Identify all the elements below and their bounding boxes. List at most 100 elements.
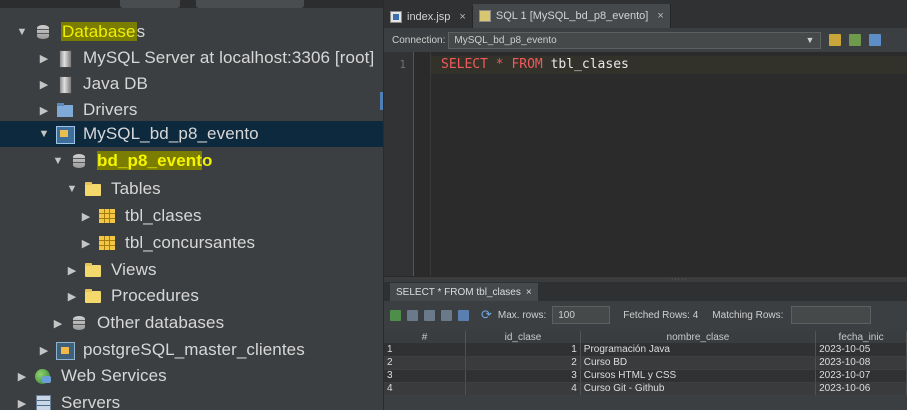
commit-icon[interactable] bbox=[424, 309, 435, 321]
tree-item-procedures[interactable]: ▶ Procedures bbox=[0, 283, 383, 309]
table-icon bbox=[98, 208, 116, 224]
tree-item-label: s bbox=[136, 22, 146, 41]
collapsed-arrow-icon[interactable]: ▶ bbox=[38, 344, 50, 357]
fecha-cell[interactable]: 2023-10-05 bbox=[815, 343, 907, 357]
tree-item-label: MySQL_bd_p8_evento bbox=[83, 124, 259, 143]
nombre-clase-cell[interactable]: Curso Git - Github bbox=[580, 382, 817, 396]
tree-item-label: Tables bbox=[111, 179, 161, 198]
matching-rows-label: Matching Rows: bbox=[712, 309, 784, 321]
close-icon[interactable]: × bbox=[459, 11, 465, 23]
id-clase-cell[interactable]: 4 bbox=[465, 382, 581, 396]
tree-item-servers[interactable]: ▶ Servers bbox=[0, 390, 383, 410]
tree-item-label: tbl_concursantes bbox=[125, 233, 256, 252]
drivers-folder-icon bbox=[56, 102, 74, 118]
max-rows-input[interactable]: 100 bbox=[552, 306, 611, 324]
collapsed-arrow-icon[interactable]: ▶ bbox=[80, 237, 92, 250]
truncate-table-icon[interactable] bbox=[458, 309, 469, 321]
collapsed-arrow-icon[interactable]: ▶ bbox=[80, 210, 92, 223]
tree-item-views[interactable]: ▶ Views bbox=[0, 257, 383, 283]
matching-rows-input[interactable] bbox=[791, 306, 872, 324]
collapsed-arrow-icon[interactable]: ▶ bbox=[38, 52, 50, 65]
panel-tab[interactable] bbox=[120, 0, 180, 8]
tree-item-label: Procedures bbox=[111, 286, 199, 305]
tree-item-mysql-server[interactable]: ▶ MySQL Server at localhost:3306 [root] bbox=[0, 45, 383, 71]
tree-item-tbl-clases[interactable]: ▶ tbl_clases bbox=[0, 203, 383, 229]
tree-item-label: Web Services bbox=[61, 366, 167, 385]
tree-item-databases[interactable]: ▼ Databases bbox=[0, 19, 383, 45]
results-tab-label: SELECT * FROM tbl_clases bbox=[396, 286, 521, 298]
max-rows-label: Max. rows: bbox=[497, 309, 547, 321]
connection-label: Connection: bbox=[392, 34, 446, 46]
nombre-clase-cell[interactable]: Programación Java bbox=[580, 343, 817, 357]
sql-star: * bbox=[487, 57, 512, 72]
services-panel: ▼ Databases ▶ MySQL Server at localhost:… bbox=[0, 0, 383, 410]
refresh-icon[interactable]: ⟳ bbox=[481, 307, 492, 323]
database-icon bbox=[34, 24, 52, 40]
expand-arrow-icon[interactable]: ▼ bbox=[52, 155, 64, 167]
tab-index-jsp[interactable]: index.jsp × bbox=[384, 6, 473, 28]
fold-gutter bbox=[414, 52, 431, 276]
tree-item-postgresql-master-clientes[interactable]: ▶ postgreSQL_master_clientes bbox=[0, 337, 383, 363]
collapsed-arrow-icon[interactable]: ▶ bbox=[52, 317, 64, 330]
expand-arrow-icon[interactable]: ▼ bbox=[66, 183, 78, 195]
sql-keyword-from: FROM bbox=[511, 57, 543, 72]
collapsed-arrow-icon[interactable]: ▶ bbox=[66, 264, 78, 277]
column-header-id-clase[interactable]: id_clase bbox=[465, 331, 581, 343]
row-number-cell: 1 bbox=[384, 343, 467, 357]
fecha-cell[interactable]: 2023-10-07 bbox=[815, 369, 907, 383]
tree-item-label-highlight: bd_p8_event bbox=[97, 151, 203, 170]
tab-results[interactable]: SELECT * FROM tbl_clases × bbox=[390, 283, 538, 301]
tree-item-schema-bd-p8-evento[interactable]: ▼ bd_p8_evento bbox=[0, 148, 383, 174]
close-icon[interactable]: × bbox=[657, 10, 663, 22]
collapsed-arrow-icon[interactable]: ▶ bbox=[66, 290, 78, 303]
panel-tab-services[interactable] bbox=[196, 0, 304, 8]
collapsed-arrow-icon[interactable]: ▶ bbox=[38, 78, 50, 91]
tree-item-label: o bbox=[202, 151, 213, 170]
id-clase-cell[interactable]: 2 bbox=[465, 356, 581, 370]
tab-sql-1[interactable]: SQL 1 [MySQL_bd_p8_evento] × bbox=[472, 4, 671, 28]
sql-code-line[interactable]: SELECT * FROM tbl_clases bbox=[441, 57, 629, 72]
tree-item-label: tbl_clases bbox=[125, 206, 202, 225]
line-number-gutter: 1 bbox=[384, 52, 414, 276]
collapsed-arrow-icon[interactable]: ▶ bbox=[16, 397, 28, 410]
expand-arrow-icon[interactable]: ▼ bbox=[38, 128, 50, 140]
column-header-fecha-inicio[interactable]: fecha_inic bbox=[815, 331, 907, 343]
table-row[interactable]: 1 1 Programación Java 2023-10-05 bbox=[384, 343, 907, 357]
run-sql-icon[interactable] bbox=[829, 34, 842, 46]
select-in-projects-icon[interactable] bbox=[869, 34, 882, 46]
run-statement-icon[interactable] bbox=[849, 34, 862, 46]
collapsed-arrow-icon[interactable]: ▶ bbox=[38, 104, 50, 117]
table-row[interactable]: 2 2 Curso BD 2023-10-08 bbox=[384, 356, 907, 370]
tree-item-tbl-concursantes[interactable]: ▶ tbl_concursantes bbox=[0, 230, 383, 256]
nombre-clase-cell[interactable]: Cursos HTML y CSS bbox=[580, 369, 817, 383]
table-row[interactable]: 3 3 Cursos HTML y CSS 2023-10-07 bbox=[384, 369, 907, 383]
cancel-edits-icon[interactable] bbox=[441, 309, 452, 321]
insert-record-icon[interactable] bbox=[390, 309, 401, 321]
fecha-cell[interactable]: 2023-10-06 bbox=[815, 382, 907, 396]
tree-item-tables[interactable]: ▼ Tables bbox=[0, 176, 383, 202]
tree-item-java-db[interactable]: ▶ Java DB bbox=[0, 71, 383, 97]
column-header-nombre-clase[interactable]: nombre_clase bbox=[580, 331, 817, 343]
fecha-cell[interactable]: 2023-10-08 bbox=[815, 356, 907, 370]
sql-editor[interactable]: 1 SELECT * FROM tbl_clases bbox=[384, 52, 907, 276]
table-row[interactable]: 4 4 Curso Git - Github 2023-10-06 bbox=[384, 382, 907, 396]
expand-arrow-icon[interactable]: ▼ bbox=[16, 26, 28, 38]
collapsed-arrow-icon[interactable]: ▶ bbox=[16, 370, 28, 383]
line-number: 1 bbox=[399, 58, 406, 71]
tree-item-web-services[interactable]: ▶ Web Services bbox=[0, 363, 383, 389]
sql-file-icon bbox=[478, 10, 491, 22]
close-icon[interactable]: × bbox=[526, 287, 532, 298]
id-clase-cell[interactable]: 3 bbox=[465, 369, 581, 383]
id-clase-cell[interactable]: 1 bbox=[465, 343, 581, 357]
tree-item-other-databases[interactable]: ▶ Other databases bbox=[0, 310, 383, 336]
delete-record-icon[interactable] bbox=[407, 309, 418, 321]
tree-item-drivers[interactable]: ▶ Drivers bbox=[0, 97, 383, 123]
tree-item-connection-mysql-bd-p8-evento[interactable]: ▼ MySQL_bd_p8_evento bbox=[0, 121, 383, 147]
row-number-cell: 2 bbox=[384, 356, 467, 370]
folder-icon bbox=[84, 181, 102, 197]
nombre-clase-cell[interactable]: Curso BD bbox=[580, 356, 817, 370]
column-header-row-number[interactable]: # bbox=[384, 331, 467, 343]
web-services-icon bbox=[34, 368, 52, 384]
connection-select[interactable]: MySQL_bd_p8_evento ▼ bbox=[448, 31, 822, 49]
folder-icon bbox=[84, 288, 102, 304]
